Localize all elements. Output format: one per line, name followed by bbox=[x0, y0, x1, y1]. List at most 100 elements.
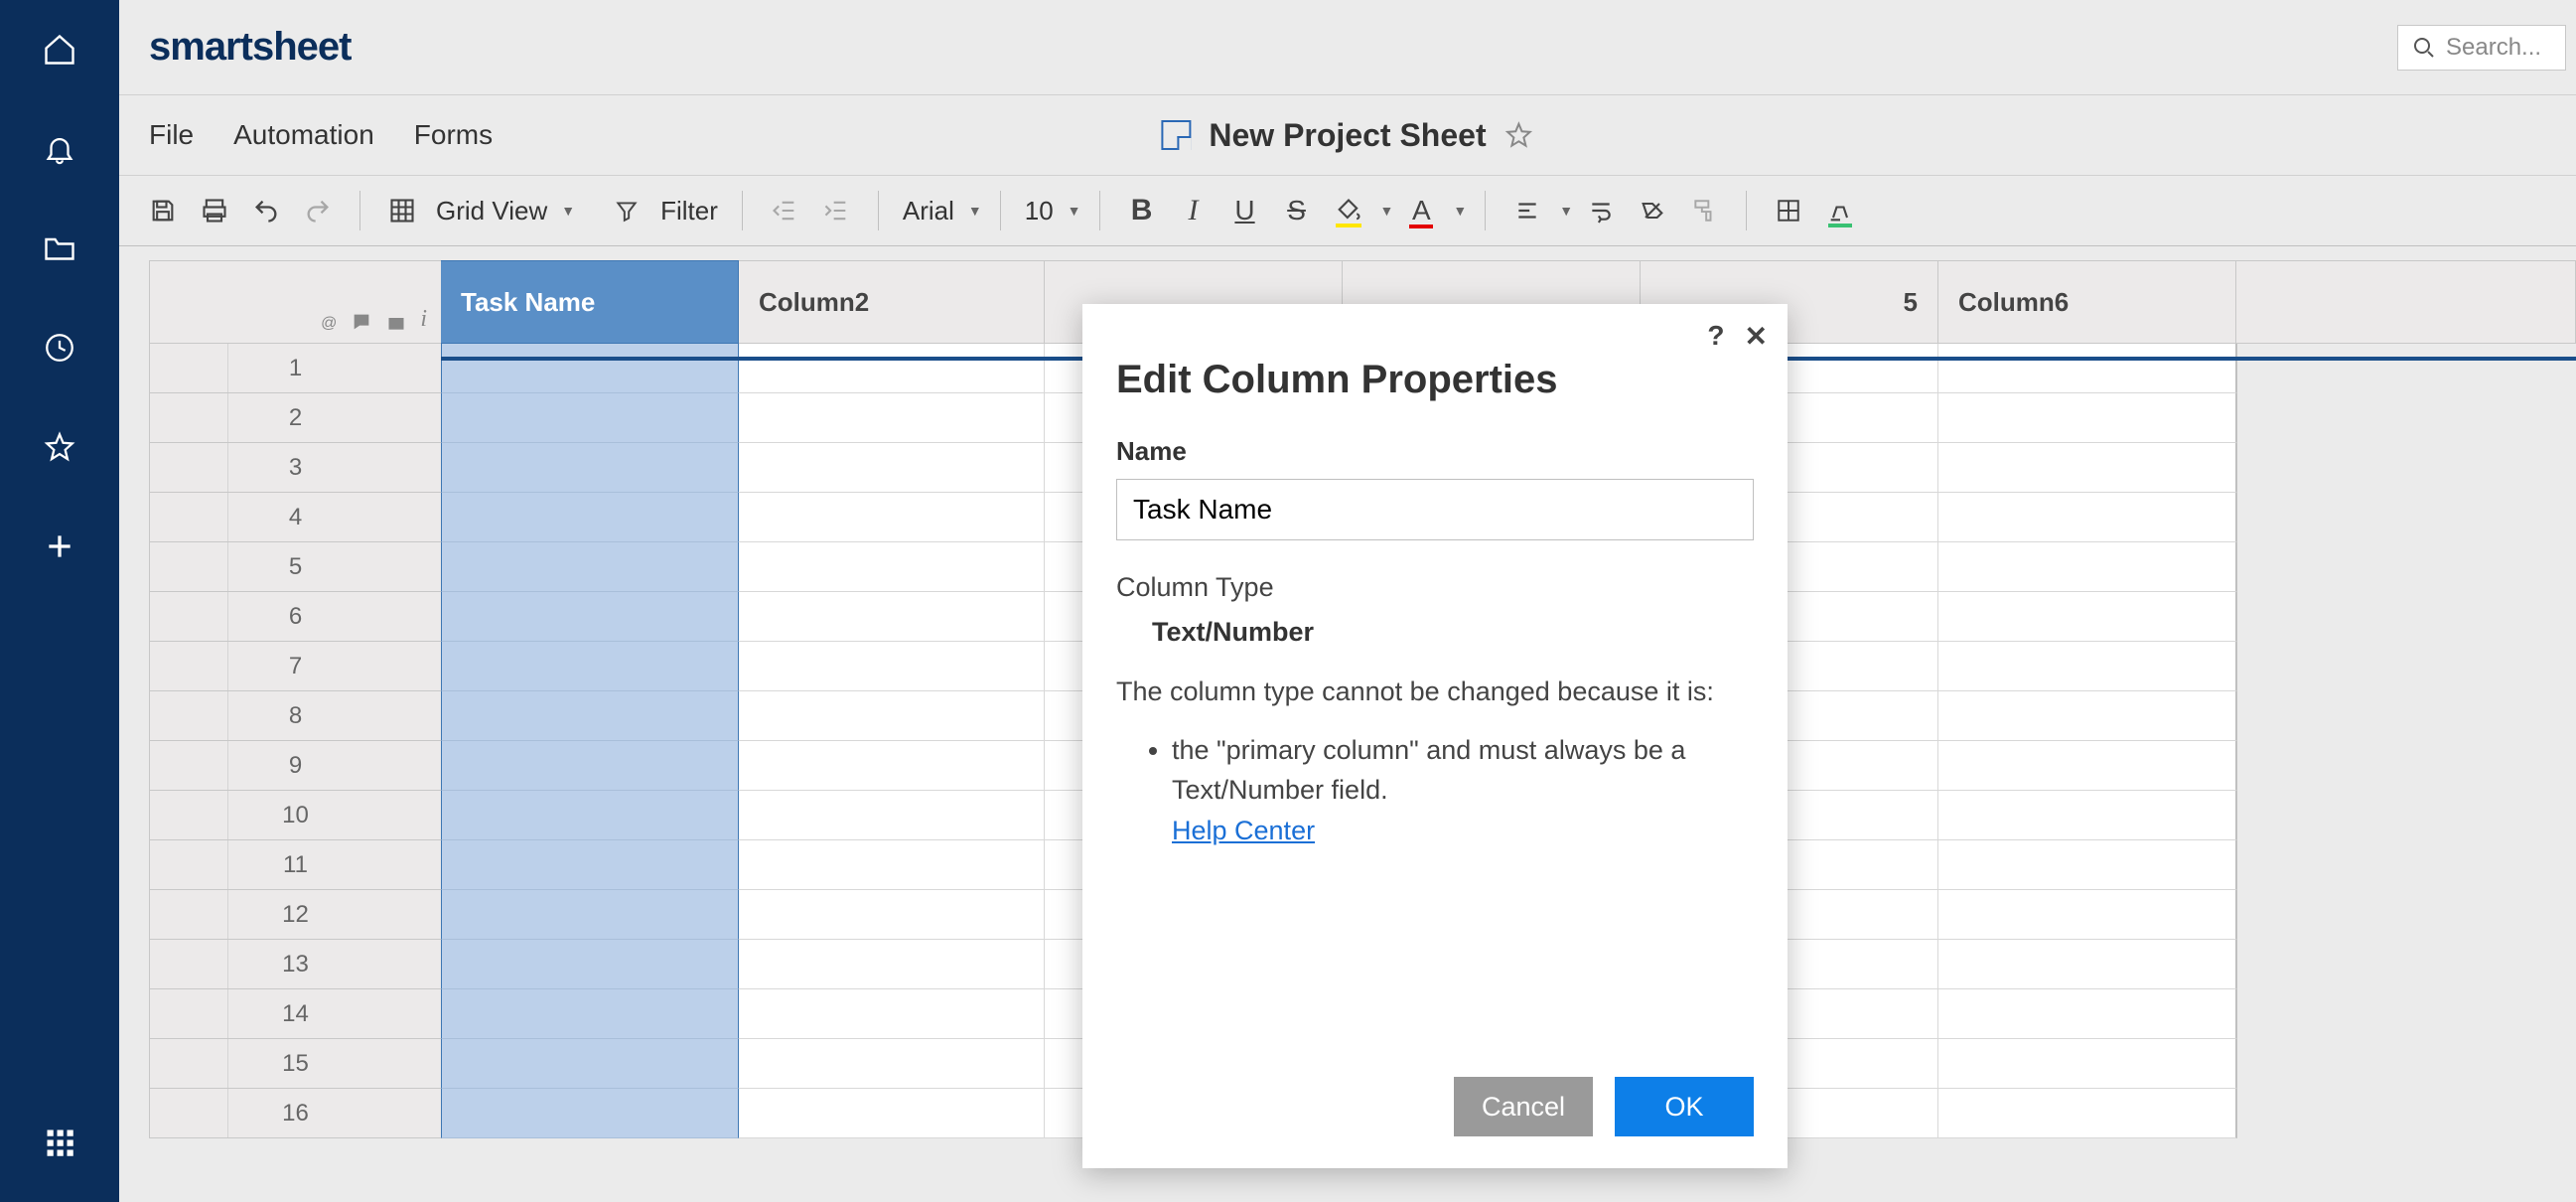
cell[interactable] bbox=[2237, 890, 2576, 940]
help-center-link[interactable]: Help Center bbox=[1172, 816, 1315, 845]
cell[interactable] bbox=[2237, 592, 2576, 642]
row-number[interactable]: 15 bbox=[149, 1039, 441, 1089]
cell[interactable] bbox=[739, 989, 1045, 1039]
cell[interactable] bbox=[441, 443, 739, 493]
chevron-down-icon[interactable]: ▼ bbox=[1068, 203, 1081, 219]
chevron-down-icon[interactable]: ▼ bbox=[561, 203, 575, 219]
cell[interactable] bbox=[2237, 940, 2576, 989]
cell[interactable] bbox=[1938, 840, 2237, 890]
row-number[interactable]: 6 bbox=[149, 592, 441, 642]
cell[interactable] bbox=[739, 741, 1045, 791]
filter-icon[interactable] bbox=[603, 187, 650, 234]
cell[interactable] bbox=[441, 791, 739, 840]
filter-button[interactable]: Filter bbox=[654, 196, 724, 226]
cell[interactable] bbox=[2237, 840, 2576, 890]
row-number[interactable]: 13 bbox=[149, 940, 441, 989]
cell[interactable] bbox=[739, 840, 1045, 890]
cell[interactable] bbox=[1938, 393, 2237, 443]
cell[interactable] bbox=[1938, 592, 2237, 642]
cell[interactable] bbox=[441, 493, 739, 542]
row-number[interactable]: 11 bbox=[149, 840, 441, 890]
cell[interactable] bbox=[1938, 691, 2237, 741]
cell[interactable] bbox=[739, 890, 1045, 940]
cell[interactable] bbox=[2237, 741, 2576, 791]
row-number[interactable]: 2 bbox=[149, 393, 441, 443]
cell[interactable] bbox=[1938, 741, 2237, 791]
cell[interactable] bbox=[1938, 1039, 2237, 1089]
underline-icon[interactable]: U bbox=[1221, 187, 1269, 234]
cell[interactable] bbox=[739, 791, 1045, 840]
cell[interactable] bbox=[2237, 642, 2576, 691]
favorite-star-icon[interactable] bbox=[1504, 120, 1534, 150]
column-name-input[interactable] bbox=[1116, 479, 1754, 540]
cell[interactable] bbox=[1938, 493, 2237, 542]
cell[interactable] bbox=[1938, 940, 2237, 989]
cell[interactable] bbox=[739, 1039, 1045, 1089]
column-header-primary[interactable]: Task Name bbox=[441, 260, 739, 344]
cell[interactable] bbox=[441, 840, 739, 890]
cell[interactable] bbox=[739, 443, 1045, 493]
cell[interactable] bbox=[441, 393, 739, 443]
cell[interactable] bbox=[2237, 791, 2576, 840]
undo-icon[interactable] bbox=[242, 187, 290, 234]
cell[interactable] bbox=[739, 691, 1045, 741]
print-icon[interactable] bbox=[191, 187, 238, 234]
bold-icon[interactable]: B bbox=[1118, 187, 1166, 234]
sheet-title[interactable]: New Project Sheet bbox=[1209, 117, 1486, 154]
cell[interactable] bbox=[441, 989, 739, 1039]
row-number[interactable]: 12 bbox=[149, 890, 441, 940]
cell[interactable] bbox=[1938, 890, 2237, 940]
cell[interactable] bbox=[2237, 1039, 2576, 1089]
indent-icon[interactable] bbox=[812, 187, 860, 234]
cell[interactable] bbox=[739, 940, 1045, 989]
help-icon[interactable]: ? bbox=[1707, 320, 1724, 353]
strikethrough-icon[interactable]: S bbox=[1273, 187, 1321, 234]
cell[interactable] bbox=[441, 741, 739, 791]
cell[interactable] bbox=[739, 542, 1045, 592]
cell[interactable] bbox=[441, 344, 739, 393]
clear-format-icon[interactable] bbox=[1629, 187, 1676, 234]
row-number[interactable]: 14 bbox=[149, 989, 441, 1039]
chevron-down-icon[interactable]: ▼ bbox=[1380, 203, 1394, 219]
search-box[interactable]: Search... bbox=[2397, 25, 2566, 71]
font-selector[interactable]: Arial bbox=[897, 196, 960, 226]
folder-icon[interactable] bbox=[40, 228, 79, 268]
chevron-down-icon[interactable]: ▼ bbox=[1453, 203, 1467, 219]
cell[interactable] bbox=[2237, 443, 2576, 493]
column-header-2[interactable]: Column2 bbox=[739, 260, 1045, 344]
fill-color-icon[interactable] bbox=[1325, 187, 1372, 234]
cell[interactable] bbox=[2237, 989, 2576, 1039]
row-number[interactable]: 5 bbox=[149, 542, 441, 592]
cell[interactable] bbox=[739, 1089, 1045, 1138]
cell[interactable] bbox=[2237, 493, 2576, 542]
cell[interactable] bbox=[2237, 1089, 2576, 1138]
ok-button[interactable]: OK bbox=[1615, 1077, 1754, 1136]
row-number[interactable]: 9 bbox=[149, 741, 441, 791]
chevron-down-icon[interactable]: ▼ bbox=[968, 203, 982, 219]
align-icon[interactable] bbox=[1503, 187, 1551, 234]
outdent-icon[interactable] bbox=[761, 187, 808, 234]
cell[interactable] bbox=[441, 592, 739, 642]
cell[interactable] bbox=[2237, 542, 2576, 592]
cell[interactable] bbox=[441, 1039, 739, 1089]
row-number[interactable]: 7 bbox=[149, 642, 441, 691]
menu-automation[interactable]: Automation bbox=[233, 119, 374, 151]
cell[interactable] bbox=[739, 592, 1045, 642]
highlight-icon[interactable] bbox=[1816, 187, 1864, 234]
cell[interactable] bbox=[739, 393, 1045, 443]
row-number[interactable]: 10 bbox=[149, 791, 441, 840]
row-number[interactable]: 16 bbox=[149, 1089, 441, 1138]
cell[interactable] bbox=[1938, 642, 2237, 691]
cell[interactable] bbox=[441, 1089, 739, 1138]
cell[interactable] bbox=[441, 542, 739, 592]
redo-icon[interactable] bbox=[294, 187, 342, 234]
chevron-down-icon[interactable]: ▼ bbox=[1559, 203, 1573, 219]
cell[interactable] bbox=[1938, 989, 2237, 1039]
italic-icon[interactable]: I bbox=[1170, 187, 1217, 234]
format-painter-icon[interactable] bbox=[1680, 187, 1728, 234]
bell-icon[interactable] bbox=[40, 129, 79, 169]
borders-icon[interactable] bbox=[1765, 187, 1812, 234]
menu-file[interactable]: File bbox=[149, 119, 194, 151]
row-number[interactable]: 3 bbox=[149, 443, 441, 493]
row-number[interactable]: 1 bbox=[149, 344, 441, 393]
